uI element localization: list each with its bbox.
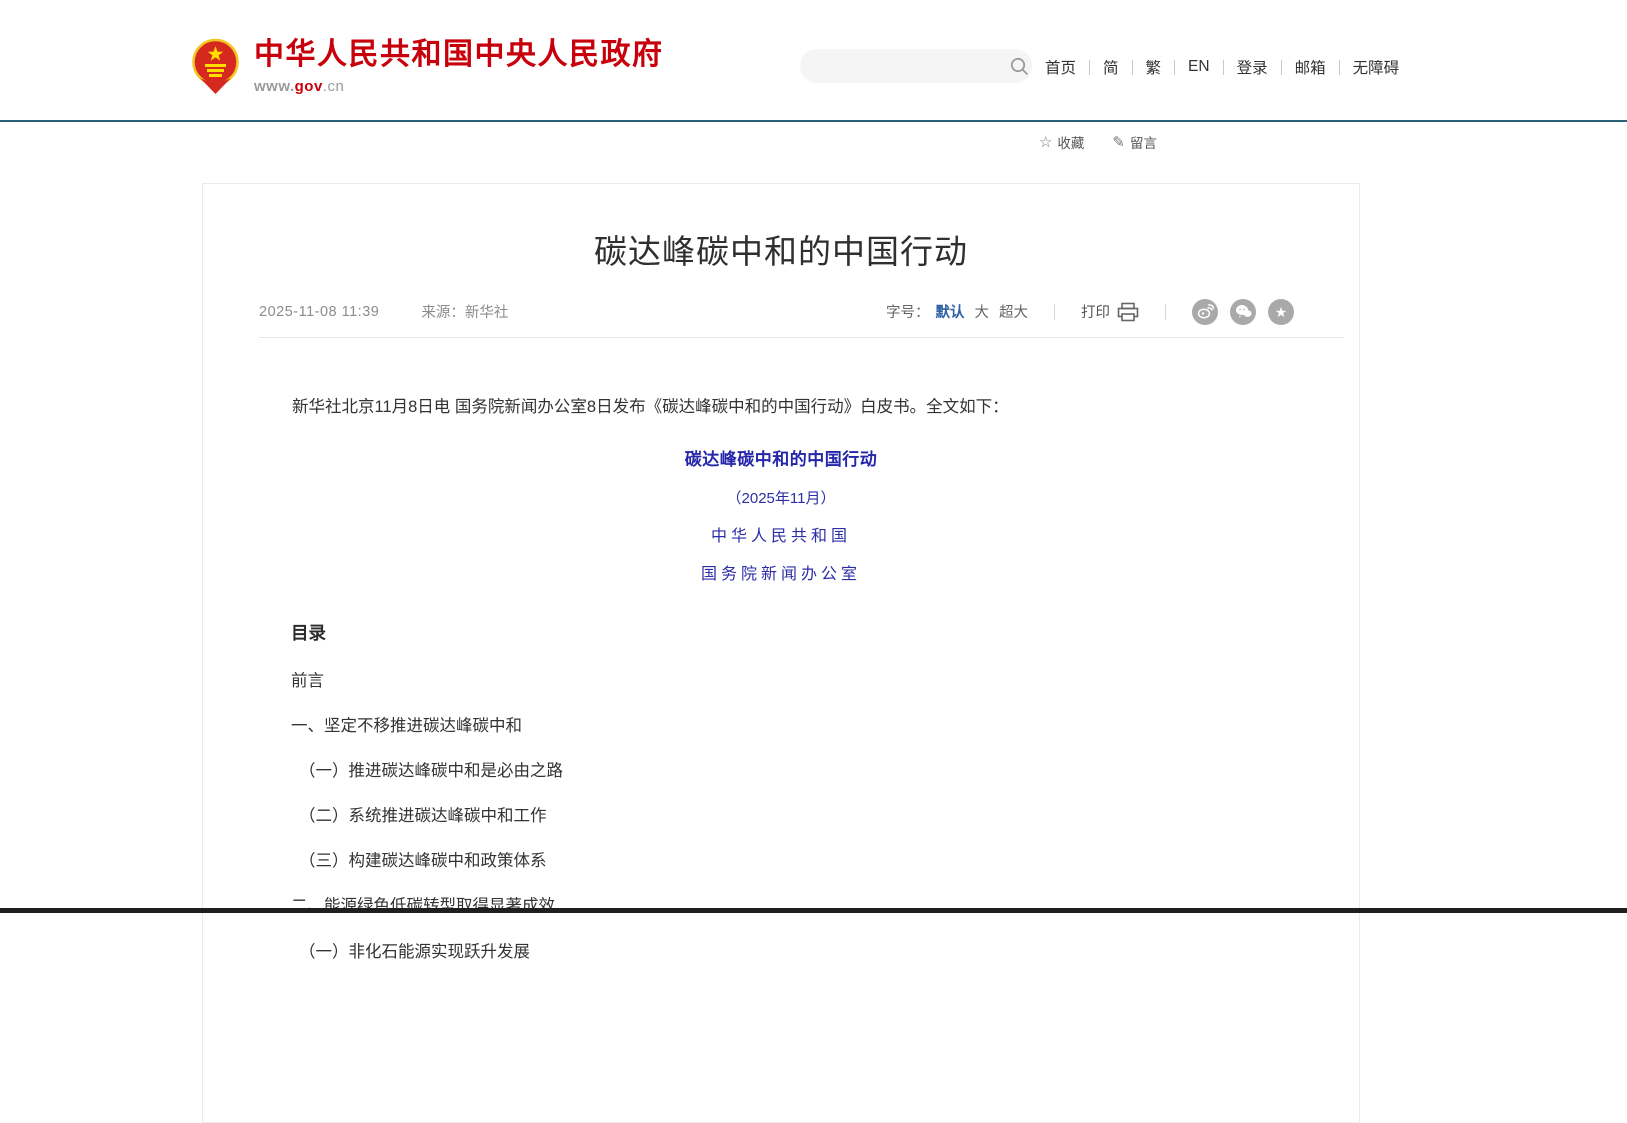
search-box	[800, 49, 1032, 83]
font-size-xlarge-button[interactable]: 超大	[999, 301, 1028, 322]
site-url-highlight: gov	[295, 78, 323, 95]
site-header: 中华人民共和国中央人民政府 www.gov.cn 首页 简 繁 EN 登录 邮箱…	[0, 0, 1627, 122]
toc-item: （三）构建碳达峰碳中和政策体系	[299, 825, 1303, 870]
nav-separator	[1174, 60, 1175, 75]
toc-item: （二）系统推进碳达峰碳中和工作	[299, 780, 1303, 825]
article-card: 碳达峰碳中和的中国行动 2025-11-08 11:39 来源：新华社 字号： …	[202, 183, 1360, 1123]
window-bottom-edge	[0, 908, 1627, 913]
print-button[interactable]: 打印	[1081, 301, 1139, 322]
nav-accessibility[interactable]: 无障碍	[1353, 56, 1400, 78]
wechat-icon	[1235, 304, 1252, 319]
site-url: www.gov.cn	[254, 78, 664, 95]
more-share-button[interactable]: ★	[1268, 299, 1294, 325]
article-title: 碳达峰碳中和的中国行动	[203, 230, 1359, 275]
font-size-large-button[interactable]: 大	[975, 301, 990, 322]
print-label: 打印	[1081, 301, 1110, 322]
wechat-share-button[interactable]	[1230, 299, 1256, 325]
search-button[interactable]	[1007, 49, 1032, 83]
nav-separator	[1089, 60, 1090, 75]
share-buttons: ★	[1192, 299, 1294, 325]
nav-home[interactable]: 首页	[1045, 56, 1076, 78]
search-icon	[1010, 57, 1029, 76]
source-label: 来源：	[421, 305, 465, 321]
nav-traditional[interactable]: 繁	[1146, 56, 1162, 78]
toc-item: （一）非化石能源实现跃升发展	[299, 916, 1303, 961]
site-url-suffix: .cn	[323, 78, 345, 95]
pencil-icon: ✎	[1112, 133, 1125, 151]
font-size-label: 字号：	[886, 301, 930, 322]
message-button[interactable]: ✎ 留言	[1112, 132, 1157, 152]
font-size-default-button[interactable]: 默认	[936, 301, 965, 322]
search-input[interactable]	[800, 49, 1007, 83]
message-label: 留言	[1130, 132, 1157, 152]
publish-date: 2025-11-08 11:39	[259, 304, 379, 320]
toc-item: （一）推进碳达峰碳中和是必由之路	[299, 735, 1303, 780]
nav-separator	[1339, 60, 1340, 75]
star-icon: ☆	[1039, 133, 1052, 151]
nav-separator	[1223, 60, 1224, 75]
quick-actions: ☆ 收藏 ✎ 留言	[1039, 132, 1157, 152]
site-logo[interactable]: 中华人民共和国中央人民政府 www.gov.cn	[192, 38, 664, 95]
national-emblem-icon	[192, 38, 239, 94]
weibo-share-button[interactable]	[1192, 299, 1218, 325]
favorite-label: 收藏	[1057, 132, 1084, 152]
table-of-contents: 前言 一、坚定不移推进碳达峰碳中和 （一）推进碳达峰碳中和是必由之路 （二）系统…	[259, 645, 1303, 961]
nav-english[interactable]: EN	[1188, 58, 1210, 76]
toc-item: 一、坚定不移推进碳达峰碳中和	[291, 690, 1303, 735]
document-date: （2025年11月）	[259, 487, 1303, 508]
source-value[interactable]: 新华社	[465, 305, 509, 321]
toc-item: 前言	[291, 645, 1303, 690]
weibo-icon	[1197, 304, 1214, 319]
source: 来源：新华社	[421, 301, 508, 322]
tools-separator	[1054, 304, 1055, 320]
favorite-button[interactable]: ☆ 收藏	[1039, 132, 1084, 152]
nav-login[interactable]: 登录	[1237, 56, 1268, 78]
document-title: 碳达峰碳中和的中国行动	[259, 445, 1303, 470]
nav-mail[interactable]: 邮箱	[1295, 56, 1326, 78]
toc-heading: 目录	[291, 620, 1303, 645]
document-issuer-line1: 中华人民共和国	[259, 522, 1303, 546]
intro-paragraph: 新华社北京11月8日电 国务院新闻办公室8日发布《碳达峰碳中和的中国行动》白皮书…	[259, 394, 1303, 421]
tools-separator	[1165, 304, 1166, 320]
printer-icon	[1117, 302, 1139, 322]
top-nav: 首页 简 繁 EN 登录 邮箱 无障碍	[1045, 56, 1399, 78]
nav-separator	[1132, 60, 1133, 75]
article-body: 新华社北京11月8日电 国务院新闻办公室8日发布《碳达峰碳中和的中国行动》白皮书…	[259, 394, 1303, 961]
nav-separator	[1281, 60, 1282, 75]
document-issuer-line2: 国务院新闻办公室	[259, 560, 1303, 584]
nav-simplified[interactable]: 简	[1103, 56, 1119, 78]
site-title: 中华人民共和国中央人民政府	[254, 38, 664, 73]
share-star-icon: ★	[1275, 305, 1288, 319]
site-url-prefix: www.	[254, 78, 295, 95]
document-heading: 碳达峰碳中和的中国行动 （2025年11月） 中华人民共和国 国务院新闻办公室	[259, 445, 1303, 584]
article-tools: 字号： 默认 大 超大 打印	[886, 299, 1294, 325]
article-meta: 2025-11-08 11:39 来源：新华社 字号： 默认 大 超大 打印	[259, 299, 1344, 338]
